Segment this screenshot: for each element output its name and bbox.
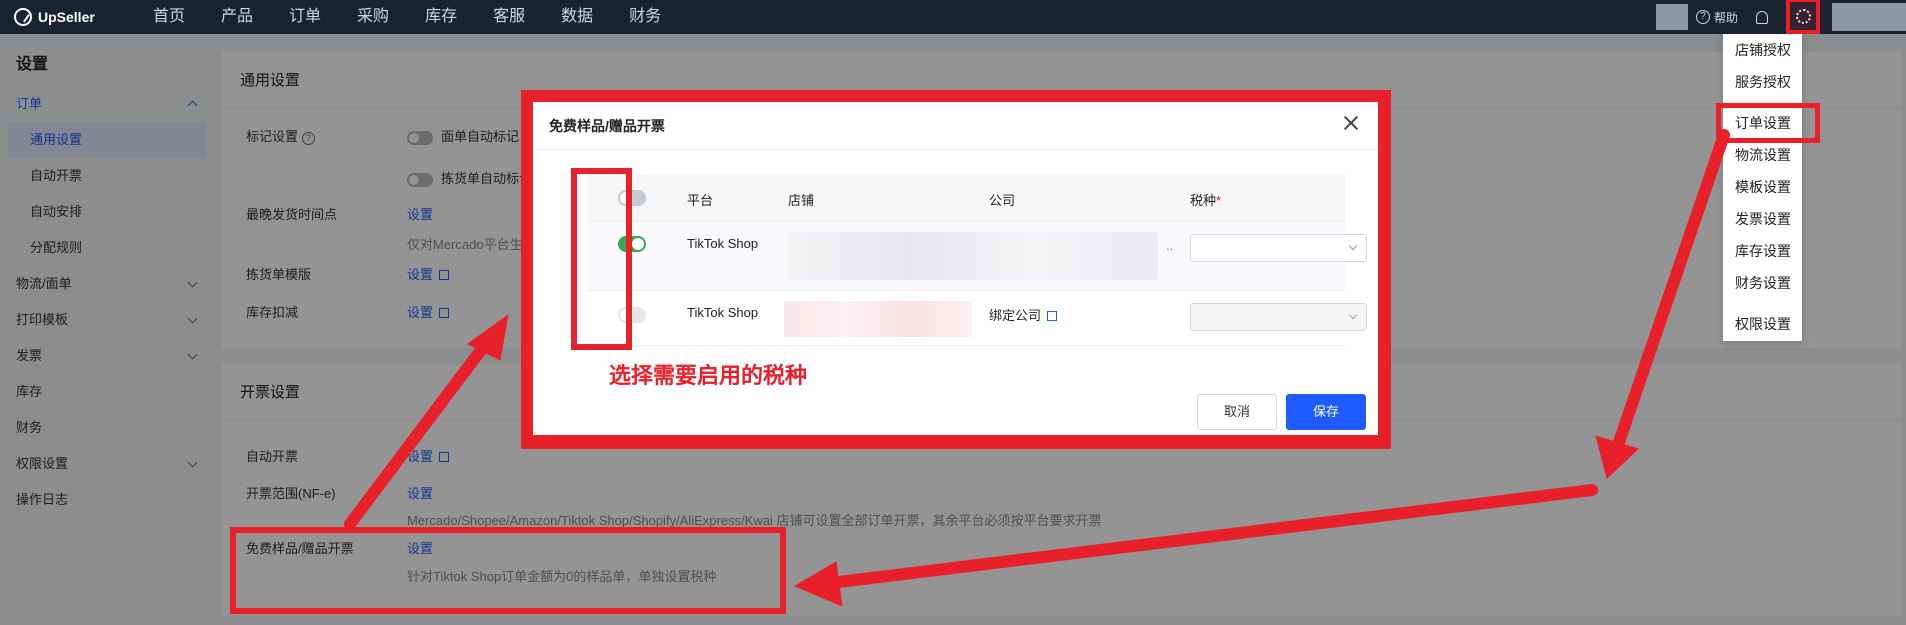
nav-item-finance[interactable]: 财务 xyxy=(611,0,679,34)
nav-item-data[interactable]: 数据 xyxy=(543,0,611,34)
close-icon[interactable] xyxy=(1342,114,1360,132)
menu-item-logistics-settings[interactable]: 物流设置 xyxy=(1723,139,1802,171)
brand-logo[interactable]: UpSeller xyxy=(0,8,120,26)
row-company-suffix: .. xyxy=(1166,238,1174,253)
nav-item-home[interactable]: 首页 xyxy=(135,0,203,34)
table-row: TikTok Shop .. xyxy=(588,222,1367,291)
external-link-icon xyxy=(1047,311,1058,321)
column-shop: 店铺 xyxy=(788,193,815,208)
cancel-button[interactable]: 取消 xyxy=(1197,394,1277,430)
column-tax: 税种* xyxy=(1190,193,1222,208)
free-sample-highlight-box xyxy=(230,527,786,614)
nav-item-orders[interactable]: 订单 xyxy=(271,0,339,34)
menu-item-invoice-settings[interactable]: 发票设置 xyxy=(1723,203,1802,235)
main-nav: 首页 产品 订单 采购 库存 客服 数据 财务 xyxy=(135,0,679,34)
annotation-text: 选择需要启用的税种 xyxy=(609,363,808,388)
help-button[interactable]: ? 帮助 xyxy=(1695,9,1738,26)
nav-item-products[interactable]: 产品 xyxy=(203,0,271,34)
nav-item-service[interactable]: 客服 xyxy=(475,0,543,34)
top-right-tools: ? 帮助 xyxy=(1655,0,1906,34)
shop-avatar[interactable] xyxy=(1655,4,1688,30)
nav-item-purchase[interactable]: 采购 xyxy=(339,0,407,34)
row-platform: TikTok Shop xyxy=(687,236,759,251)
tax-settings-table: 平台 店铺 公司 税种* TikTok Shop .. TikTok Shop … xyxy=(588,174,1367,346)
redacted-shop-company xyxy=(788,232,1158,280)
table-header: 平台 店铺 公司 税种* xyxy=(588,174,1345,222)
menu-item-shop-auth[interactable]: 店铺授权 xyxy=(1723,34,1802,66)
order-settings-highlight-box xyxy=(1716,103,1820,143)
chevron-down-icon xyxy=(1348,310,1358,320)
column-platform: 平台 xyxy=(687,193,714,208)
save-button[interactable]: 保存 xyxy=(1286,394,1366,430)
redacted-shop xyxy=(784,301,972,337)
settings-button[interactable] xyxy=(1784,0,1824,34)
row-platform: TikTok Shop xyxy=(687,305,759,320)
menu-divider xyxy=(1723,299,1802,308)
toggle-column-highlight-box xyxy=(571,168,632,350)
user-menu[interactable] xyxy=(1832,3,1906,31)
menu-item-template-settings[interactable]: 模板设置 xyxy=(1723,171,1802,203)
logo-icon xyxy=(14,8,32,26)
help-label: 帮助 xyxy=(1713,10,1738,25)
bind-company-link[interactable]: 绑定公司 xyxy=(989,305,1058,324)
brand-name: UpSeller xyxy=(38,9,95,25)
gear-highlight-box xyxy=(1786,0,1820,34)
chevron-down-icon xyxy=(1348,241,1358,251)
menu-item-inventory-settings[interactable]: 库存设置 xyxy=(1723,235,1802,267)
settings-dropdown-menu: 店铺授权 服务授权 订单设置 物流设置 模板设置 发票设置 库存设置 财务设置 … xyxy=(1723,34,1802,341)
nav-item-inventory[interactable]: 库存 xyxy=(407,0,475,34)
tax-type-select[interactable] xyxy=(1190,303,1367,331)
table-row: TikTok Shop 绑定公司 xyxy=(588,291,1367,346)
modal-header: 免费样品/赠品开票 xyxy=(533,102,1378,150)
column-company: 公司 xyxy=(989,193,1016,208)
help-icon: ? xyxy=(1695,10,1710,24)
menu-item-service-auth[interactable]: 服务授权 xyxy=(1723,66,1802,98)
tax-type-select[interactable] xyxy=(1190,234,1367,262)
menu-item-permission-settings[interactable]: 权限设置 xyxy=(1723,308,1802,340)
modal-title: 免费样品/赠品开票 xyxy=(549,118,665,134)
top-navbar: UpSeller 首页 产品 订单 采购 库存 客服 数据 财务 ? 帮助 xyxy=(0,0,1906,34)
menu-item-finance-settings[interactable]: 财务设置 xyxy=(1723,267,1802,299)
bell-icon[interactable] xyxy=(1756,10,1768,24)
